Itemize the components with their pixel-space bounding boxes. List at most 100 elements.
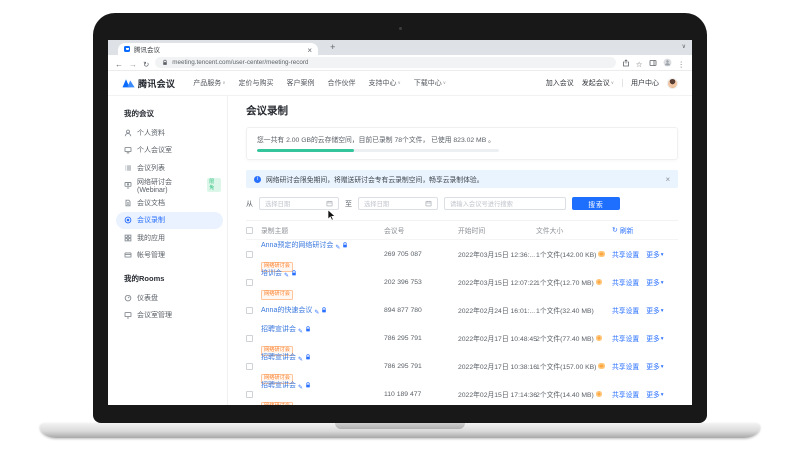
sidebar-item-dashboard[interactable]: 仪表盘 (124, 289, 221, 307)
share-settings-link[interactable]: 共享设置 (612, 277, 639, 287)
side-panel-icon[interactable] (649, 59, 657, 67)
row-checkbox[interactable] (246, 307, 253, 314)
edit-icon[interactable] (335, 236, 340, 254)
more-dropdown[interactable]: 更多 (646, 333, 663, 343)
row-checkbox[interactable] (246, 279, 253, 286)
bookmark-star-icon[interactable] (636, 55, 643, 71)
join-meeting-link[interactable]: 加入会议 (546, 78, 574, 88)
sidebar-item-personal-room[interactable]: 个人会议室 (124, 142, 221, 160)
lock-icon[interactable] (305, 382, 311, 388)
sidebar-item-my-apps[interactable]: 我的应用 (124, 229, 221, 247)
calendar-icon (326, 200, 333, 207)
more-dropdown[interactable]: 更多 (646, 249, 663, 259)
calendar-icon (425, 200, 432, 207)
refresh-button[interactable]: 刷新 (612, 225, 633, 235)
edit-icon[interactable] (298, 348, 303, 366)
sidebar-section-my-rooms: 我的Rooms (124, 273, 221, 284)
browser-tab[interactable]: 腾讯会议 (118, 43, 318, 55)
transcode-badge-icon (596, 335, 603, 342)
sidebar-item-profile[interactable]: 个人资料 (124, 124, 221, 142)
lock-icon[interactable] (305, 326, 311, 332)
edit-icon[interactable] (284, 264, 289, 282)
recording-title-link[interactable]: Anna预定的网络研讨会 (261, 240, 333, 250)
nav-cases[interactable]: 客户案例 (287, 78, 315, 88)
edit-icon[interactable] (298, 376, 303, 394)
storage-text: 您一共有 2.00 GB的云存储空间，目前已录制 78个文件， 已使用 823.… (257, 134, 667, 144)
transcode-badge-icon (598, 363, 605, 370)
webcam-dot (399, 27, 402, 30)
user-center-link[interactable]: 用户中心 (631, 78, 659, 88)
sidebar-item-rooms-management[interactable]: 会议室管理 (124, 307, 221, 325)
nav-products[interactable]: 产品服务 (193, 78, 225, 88)
share-settings-link[interactable]: 共享设置 (612, 249, 639, 259)
nav-download[interactable]: 下载中心 (414, 78, 446, 88)
share-settings-link[interactable]: 共享设置 (612, 361, 639, 371)
apps-grid-icon (124, 234, 132, 242)
edit-icon[interactable] (298, 320, 303, 338)
search-button[interactable]: 搜索 (572, 197, 620, 210)
meeting-number: 110 189 477 (384, 391, 458, 398)
row-checkbox[interactable] (246, 391, 253, 398)
share-icon[interactable] (622, 59, 630, 67)
sidebar-item-meeting-recordings[interactable]: 会议录制 (116, 212, 223, 230)
chevron-down-icon (443, 80, 446, 86)
nav-pricing[interactable]: 定价与购买 (239, 78, 274, 88)
sidebar-item-webinar[interactable]: 网络研讨会(Webinar) 限免 (124, 177, 221, 195)
share-settings-link[interactable]: 共享设置 (612, 389, 639, 399)
recording-title-link[interactable]: 招聘宣讲会 (261, 324, 296, 334)
avatar[interactable] (667, 78, 678, 89)
tab-close-icon[interactable] (307, 41, 312, 57)
more-dropdown[interactable]: 更多 (646, 277, 663, 287)
file-size: 1个文件(32.40 MB) (536, 305, 594, 315)
tab-list-chevron-icon[interactable] (682, 43, 686, 50)
nav-support[interactable]: 支持中心 (369, 78, 401, 88)
share-settings-link[interactable]: 共享设置 (612, 333, 639, 343)
row-checkbox[interactable] (246, 335, 253, 342)
sidebar-item-account[interactable]: 帐号管理 (124, 247, 221, 265)
brand-logo[interactable]: 腾讯会议 (122, 77, 175, 90)
lock-icon[interactable] (305, 354, 311, 360)
divider (622, 79, 623, 87)
more-dropdown[interactable]: 更多 (646, 361, 663, 371)
webinar-tag: 网络研讨会 (261, 402, 293, 405)
sidebar-item-meeting-docs[interactable]: 会议文档 (124, 194, 221, 212)
start-meeting-dropdown[interactable]: 发起会议 (582, 78, 614, 88)
site-nav: 产品服务 定价与购买 客户案例 合作伙伴 支持中心 下载中心 (193, 78, 446, 88)
row-checkbox[interactable] (246, 251, 253, 258)
recording-title-link[interactable]: 招聘宣讲会 (261, 380, 296, 390)
new-tab-button[interactable] (330, 42, 335, 52)
url-bar[interactable]: meeting.tencent.com/user-center/meeting-… (155, 57, 615, 68)
tab-title: 腾讯会议 (134, 44, 303, 54)
select-all-checkbox[interactable] (246, 227, 253, 234)
back-icon[interactable] (115, 55, 123, 71)
site-favicon-icon (124, 46, 130, 52)
file-size: 1个文件(157.00 KB) (536, 361, 596, 371)
edit-icon[interactable] (314, 301, 319, 319)
reload-icon[interactable] (143, 55, 149, 71)
notice-close-icon[interactable] (665, 175, 670, 184)
forward-icon[interactable] (129, 55, 137, 71)
more-dropdown[interactable]: 更多 (646, 305, 663, 315)
storage-card: 您一共有 2.00 GB的云存储空间，目前已录制 78个文件， 已使用 823.… (246, 127, 678, 160)
end-date-input[interactable]: 选择日期 (358, 197, 438, 210)
transcode-badge-icon (596, 391, 603, 398)
row-checkbox[interactable] (246, 363, 253, 370)
header-actions: 加入会议 发起会议 用户中心 (546, 78, 678, 89)
share-settings-link[interactable]: 共享设置 (612, 305, 639, 315)
sidebar-item-meeting-list[interactable]: 会议列表 (124, 159, 221, 177)
meeting-number-search-input[interactable]: 请输入会议号进行搜索 (444, 197, 566, 210)
recording-title-link[interactable]: 招聘宣讲会 (261, 352, 296, 362)
lock-icon[interactable] (291, 270, 297, 276)
nav-partners[interactable]: 合作伙伴 (328, 78, 356, 88)
recording-title-link[interactable]: Anna的快速会议 (261, 305, 312, 315)
lock-icon[interactable] (321, 307, 327, 313)
laptop-screen-bezel: 腾讯会议 meeting.tencent.com/user-center/mee… (93, 13, 707, 423)
recording-title-link[interactable]: 培训会 (261, 268, 282, 278)
more-dropdown[interactable]: 更多 (646, 389, 663, 399)
lock-icon[interactable] (342, 242, 348, 248)
meeting-number: 786 295 791 (384, 363, 458, 370)
browser-menu-icon[interactable] (678, 55, 686, 71)
profile-icon[interactable] (663, 58, 672, 67)
filter-bar: 从 选择日期 至 选择日期 请输入会议号进行搜索 (246, 197, 678, 210)
browser-tab-bar: 腾讯会议 (108, 40, 692, 55)
